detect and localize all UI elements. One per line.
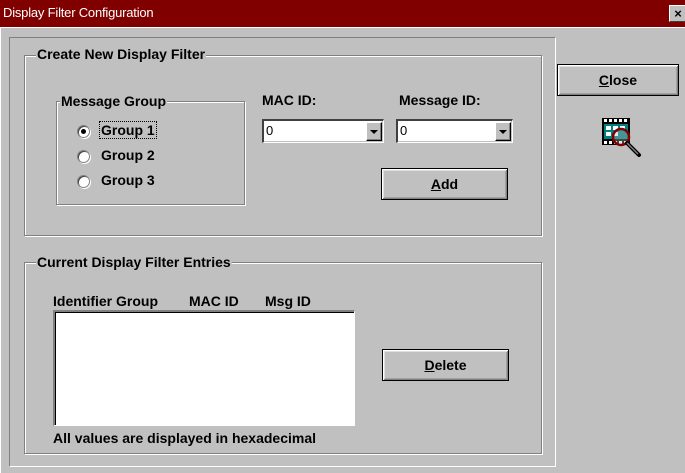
message-id-dropdown[interactable]: 0 [396,119,513,143]
close-icon: × [674,6,682,21]
group-3-label[interactable]: Group 3 [101,172,155,188]
window-close-button[interactable]: × [669,5,685,22]
mac-id-label: MAC ID: [262,92,317,108]
message-group-label: Message Group [60,92,168,110]
filter-entries-list[interactable] [53,310,355,426]
current-entries-label: Current Display Filter Entries [36,253,232,271]
message-id-value: 0 [400,123,408,138]
close-button[interactable]: Close [557,64,679,96]
mac-id-value: 0 [266,123,274,138]
window-title: Display Filter Configuration [3,5,154,20]
magnifier-over-film-icon [599,115,647,163]
group-1-radio[interactable] [77,125,90,138]
chevron-down-icon[interactable] [366,122,382,141]
chevron-down-icon[interactable] [495,122,511,141]
hexadecimal-note: All values are displayed in hexadecimal [53,430,317,446]
column-msg-id: Msg ID [265,293,311,309]
column-identifier-group: Identifier Group [53,293,158,309]
delete-button[interactable]: Delete [382,349,509,381]
group-2-radio[interactable] [77,150,90,163]
title-bar: Display Filter Configuration × [0,0,685,27]
column-mac-id: MAC ID [189,293,239,309]
group-2-label[interactable]: Group 2 [101,147,155,163]
group-3-radio[interactable] [77,175,90,188]
mac-id-dropdown[interactable]: 0 [262,119,384,143]
message-id-label: Message ID: [399,92,481,108]
create-filter-label: Create New Display Filter [36,45,207,63]
group-1-label[interactable]: Group 1 [99,121,157,139]
add-button[interactable]: Add [381,168,508,200]
